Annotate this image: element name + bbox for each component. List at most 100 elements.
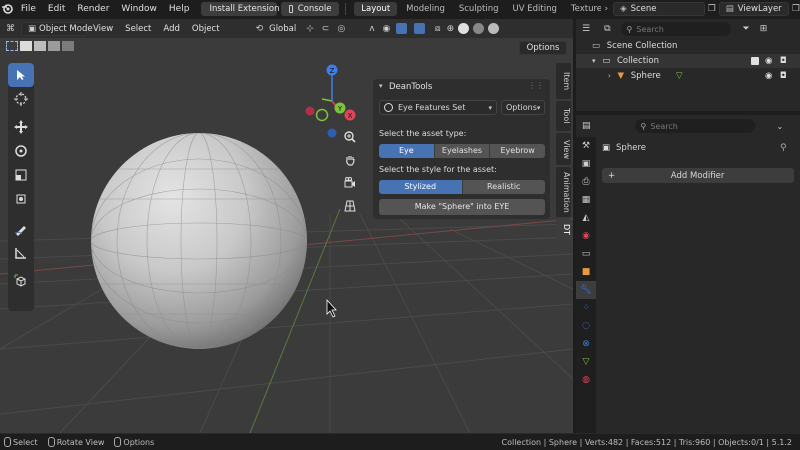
orientation-selector[interactable]: Global [263,24,302,34]
outliner-editor-icon[interactable]: ☰ [582,24,590,34]
rotate-tool-icon[interactable] [8,139,34,163]
pan-hand-icon[interactable] [340,150,360,170]
proportional-icon[interactable]: ◎ [337,24,345,34]
tool-tab-icon[interactable]: ⚒ [576,137,596,155]
mode-selector[interactable]: ▣ Object Mode [21,21,93,36]
viewlayer-selector[interactable]: ▤ ViewLayer [718,2,789,16]
add-cube-tool-icon[interactable] [8,269,34,293]
expand-icon[interactable]: › [608,72,611,80]
scene-selector[interactable]: ◈ Scene [613,2,705,16]
style-realistic[interactable]: Realistic [462,180,545,194]
outliner-search-input[interactable]: ⚲ Search [620,22,731,36]
eye-icon[interactable]: ◉ [765,69,772,83]
xray-icon[interactable]: ⧈ [435,24,441,34]
select-tool-icon[interactable] [8,63,34,87]
collection-tab-icon[interactable]: ▭ [576,245,596,263]
tab-dt[interactable]: DT [556,219,571,241]
tab-texture-paint[interactable]: Texture Pai [564,0,602,18]
expand-icon[interactable]: ▾ [592,57,596,65]
shading-wireframe-icon[interactable]: ⊕ [447,24,455,34]
panel-options-dropdown[interactable]: Options ▾ [501,100,545,115]
object-tab-icon[interactable]: ■ [576,263,596,281]
asset-type-eyelashes[interactable]: Eyelashes [434,144,491,158]
tab-layout[interactable]: Layout [354,2,398,16]
pivot-icon[interactable]: ⊹ [306,24,314,34]
feature-set-dropdown[interactable]: Eye Features Set ▾ [379,100,497,115]
sphere-object[interactable] [80,133,320,349]
constraints-tab-icon[interactable]: ⊗ [576,335,596,353]
copy-icon[interactable]: ❐ [792,4,800,14]
drag-handle-icon[interactable]: ⋮⋮ [528,81,544,90]
camera-icon[interactable]: ◘ [780,54,787,68]
tab-modeling[interactable]: Modeling [399,0,452,18]
select-box-icon[interactable] [6,41,18,51]
move-tool-icon[interactable] [8,115,34,139]
menu-file[interactable]: File [15,0,42,18]
shading-solid-icon[interactable] [458,23,470,34]
new-collection-icon[interactable]: ⊞ [760,24,768,34]
cursor-tool-icon[interactable] [8,87,34,111]
tab-animation[interactable]: Animation [556,167,571,217]
chevron-down-icon[interactable]: ⌄ [777,122,784,131]
3d-viewport[interactable]: ⌘ ▣ Object Mode View Select Add Object ⟲… [0,19,573,433]
measure-tool-icon[interactable] [8,241,34,265]
snap-icon[interactable]: ⊂ [322,24,330,34]
blender-logo-icon[interactable] [0,3,15,15]
exclude-checkbox[interactable] [751,57,759,65]
orientation-icon[interactable]: ⟲ [256,24,264,34]
shading-material-icon[interactable] [473,23,485,34]
menu-edit[interactable]: Edit [42,0,71,18]
transform-tool-icon[interactable] [8,187,34,211]
tab-view[interactable]: View [556,133,571,165]
select-subtract-icon[interactable] [48,41,60,51]
properties-editor-icon[interactable]: ▤ [582,121,591,131]
view-layer-tab-icon[interactable]: ▦ [576,191,596,209]
particles-tab-icon[interactable]: ⁘ [576,299,596,317]
panel-collapse-icon[interactable]: ▾ [379,82,383,90]
asset-type-eyebrow[interactable]: Eyebrow [490,144,545,158]
select-invert-icon[interactable] [62,41,74,51]
chevron-right-icon[interactable]: › [604,4,608,14]
select-extend-icon[interactable] [34,41,46,51]
tab-sculpting[interactable]: Sculpting [452,0,506,18]
outliner-row-scene-collection[interactable]: ▭ Scene Collection [576,39,800,53]
menu-select[interactable]: Select [119,24,157,34]
editor-type-icon[interactable]: ⌘ [6,24,15,34]
menu-help[interactable]: Help [163,0,196,18]
tab-item[interactable]: Item [556,63,571,99]
make-eye-button[interactable]: Make "Sphere" into EYE [379,199,545,215]
filter-icon[interactable]: ⏷ [743,24,750,34]
world-tab-icon[interactable]: ◉ [576,227,596,245]
display-mode-icon[interactable]: ⧉ [604,24,610,34]
scene-tab-icon[interactable]: ◭ [576,209,596,227]
menu-window[interactable]: Window [115,0,163,18]
menu-view[interactable]: View [87,24,119,34]
camera-icon[interactable]: ◘ [780,69,787,83]
outliner-row-collection[interactable]: ▾ ▭ Collection ◉ ◘ [576,54,800,68]
perspective-grid-icon[interactable] [340,196,360,216]
render-tab-icon[interactable]: ▣ [576,155,596,173]
add-modifier-button[interactable]: + Add Modifier [602,168,794,183]
menu-object[interactable]: Object [186,24,226,34]
output-tab-icon[interactable]: ⎙ [576,173,596,191]
console-button[interactable]: Console [281,2,340,16]
select-new-icon[interactable] [20,41,32,51]
data-tab-icon[interactable]: ▽ [576,353,596,371]
menu-add[interactable]: Add [157,24,185,34]
physics-tab-icon[interactable]: ◌ [576,317,596,335]
asset-type-eye[interactable]: Eye [379,144,435,158]
copy-icon[interactable]: ❐ [708,4,716,14]
zoom-icon[interactable] [340,127,360,147]
camera-icon[interactable] [340,173,360,193]
eye-icon[interactable]: ◉ [765,54,772,68]
outliner-row-sphere[interactable]: › ▼ Sphere ▽ ◉ ◘ [576,69,800,83]
scale-tool-icon[interactable] [8,163,34,187]
material-tab-icon[interactable]: ◍ [576,371,596,389]
style-stylized[interactable]: Stylized [379,180,463,194]
tab-uv-editing[interactable]: UV Editing [506,0,564,18]
gizmo-toggle-icon[interactable] [395,23,407,34]
falloff-icon[interactable]: ʌ [369,24,374,34]
menu-render[interactable]: Render [71,0,115,18]
viewport-options-button[interactable]: Options [519,41,567,55]
tab-tool[interactable]: Tool [556,101,571,131]
